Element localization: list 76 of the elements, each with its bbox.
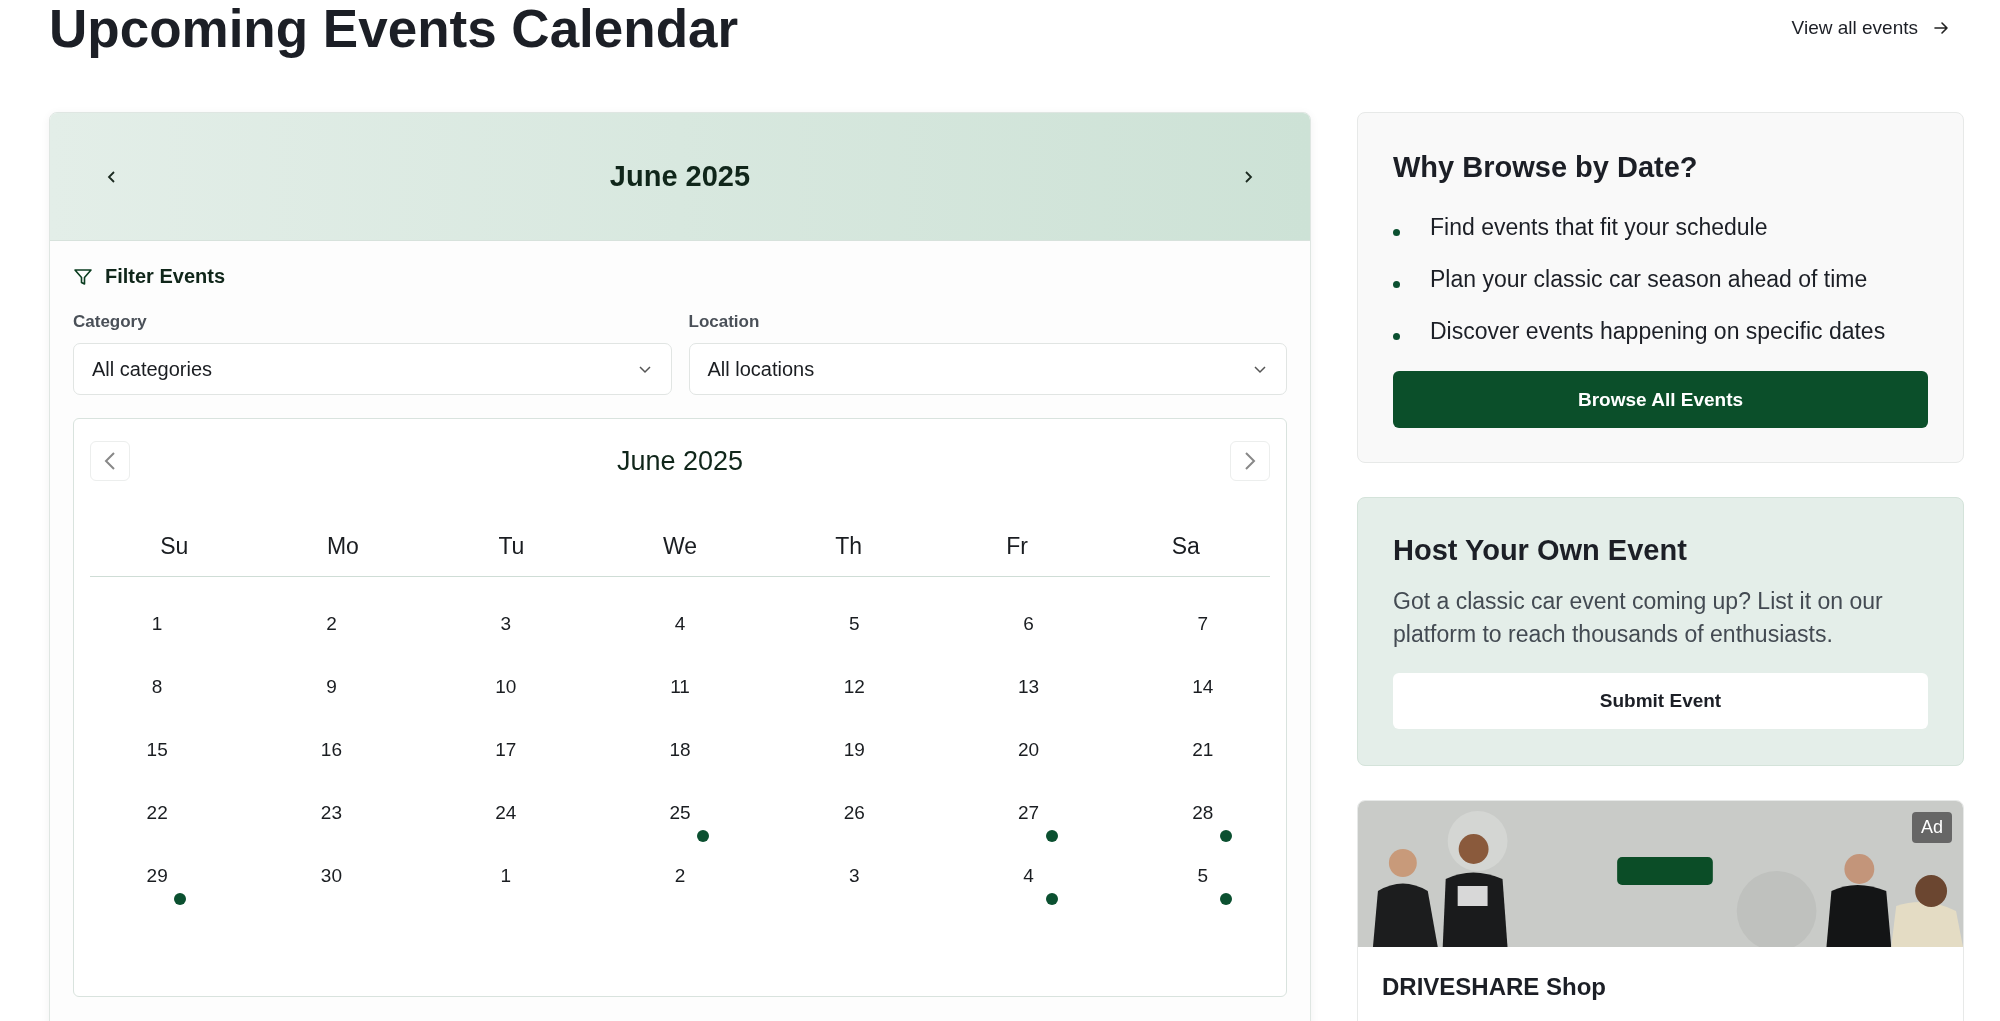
- calendar-day[interactable]: 4: [961, 861, 1096, 906]
- event-dot: [174, 893, 187, 905]
- calendar-day[interactable]: 6: [961, 609, 1096, 654]
- browse-all-events-button[interactable]: Browse All Events: [1393, 371, 1928, 428]
- submit-event-button[interactable]: Submit Event: [1393, 673, 1928, 729]
- field-label: Category: [73, 312, 148, 332]
- ad-badge: Ad: [1911, 812, 1952, 843]
- dropdown-field[interactable]: All categories: [73, 343, 672, 395]
- calendar-day[interactable]: 27: [961, 798, 1096, 843]
- calendar-day[interactable]: 8: [90, 672, 225, 717]
- calendar-day[interactable]: 4: [612, 609, 748, 654]
- arrow-right-icon: [1932, 19, 1950, 37]
- calendar-day[interactable]: 25: [612, 798, 748, 843]
- filter-icon: [73, 266, 93, 287]
- calendar-day[interactable]: 11: [612, 672, 748, 717]
- chevron-left-icon: [103, 450, 117, 472]
- calendar-day[interactable]: 2: [264, 609, 399, 654]
- calendar-day[interactable]: 5: [787, 609, 922, 654]
- calendar-day[interactable]: 18: [612, 735, 748, 780]
- event-dot: [1045, 830, 1058, 842]
- calendar-day[interactable]: 5: [1135, 861, 1270, 906]
- dropdown-field[interactable]: All locations: [688, 343, 1287, 395]
- month-title: June 2025: [616, 445, 744, 477]
- chevron-left-icon: [106, 169, 118, 184]
- calendar-day[interactable]: 13: [961, 672, 1096, 717]
- chevron-right-icon: [1242, 169, 1254, 184]
- calendar-day[interactable]: 3: [787, 861, 922, 906]
- calendar-day[interactable]: 23: [264, 798, 399, 843]
- list-item: Discover events happening on specific dates: [1430, 318, 1886, 345]
- calendar-day[interactable]: 15: [90, 735, 225, 780]
- event-dot: [697, 830, 709, 842]
- weekday-label: Th: [835, 533, 862, 559]
- calendar-day[interactable]: 19: [787, 735, 922, 780]
- calendar-day[interactable]: 7: [1135, 609, 1270, 654]
- calendar-day[interactable]: 1: [90, 609, 225, 654]
- list-item: Find events that fit your schedule: [1430, 214, 1768, 241]
- event-dot: [1219, 830, 1232, 842]
- calendar-day[interactable]: 12: [787, 672, 922, 717]
- view-all-link[interactable]: View all events: [1791, 17, 1962, 39]
- card-title: Why Browse by Date?: [1393, 151, 1699, 184]
- calendar-day[interactable]: 26: [787, 798, 922, 843]
- bullet-icon: [1393, 333, 1400, 340]
- page-title: Upcoming Events Calendar: [49, 0, 739, 59]
- calendar-day[interactable]: 14: [1135, 672, 1270, 717]
- filter-title: Filter Events: [105, 265, 226, 288]
- list-item: Plan your classic car season ahead of time: [1430, 266, 1868, 293]
- weekday-label: Su: [160, 533, 189, 559]
- field-label: Location: [688, 312, 761, 332]
- chevron-right-icon: [1243, 450, 1257, 472]
- event-dot: [1219, 893, 1232, 905]
- calendar-day[interactable]: 24: [438, 798, 573, 843]
- calendar-day[interactable]: 30: [264, 861, 399, 906]
- calendar-day[interactable]: 22: [90, 798, 225, 843]
- calendar-day[interactable]: 28: [1135, 798, 1270, 843]
- weekday-label: Tu: [498, 533, 525, 559]
- calendar-day[interactable]: 10: [438, 672, 573, 717]
- weekday-label: Sa: [1171, 533, 1200, 559]
- calendar-day[interactable]: 20: [961, 735, 1096, 780]
- event-dot: [1045, 893, 1058, 905]
- weekday-label: Fr: [1006, 533, 1028, 559]
- month-title: June 2025: [609, 160, 751, 193]
- calendar-day[interactable]: 9: [264, 672, 399, 717]
- calendar-day[interactable]: 21: [1135, 735, 1270, 780]
- bullet-icon: [1393, 229, 1400, 236]
- card-text: Got a classic car event coming up? List it on our platform to reach thousands of enthusiasts.: [1393, 587, 1884, 649]
- calendar-day[interactable]: 2: [612, 861, 748, 906]
- weekday-label: Mo: [326, 533, 359, 559]
- calendar-day[interactable]: 3: [438, 609, 573, 654]
- calendar-day[interactable]: 29: [90, 861, 225, 906]
- shop-title: DRIVESHARE Shop: [1381, 972, 1607, 1002]
- calendar-day[interactable]: 1: [438, 861, 573, 906]
- calendar-day[interactable]: 17: [438, 735, 573, 780]
- weekday-label: We: [662, 533, 698, 559]
- bullet-icon: [1393, 281, 1400, 288]
- card-title: Host Your Own Event: [1393, 534, 1688, 567]
- calendar-day[interactable]: 16: [264, 735, 399, 780]
